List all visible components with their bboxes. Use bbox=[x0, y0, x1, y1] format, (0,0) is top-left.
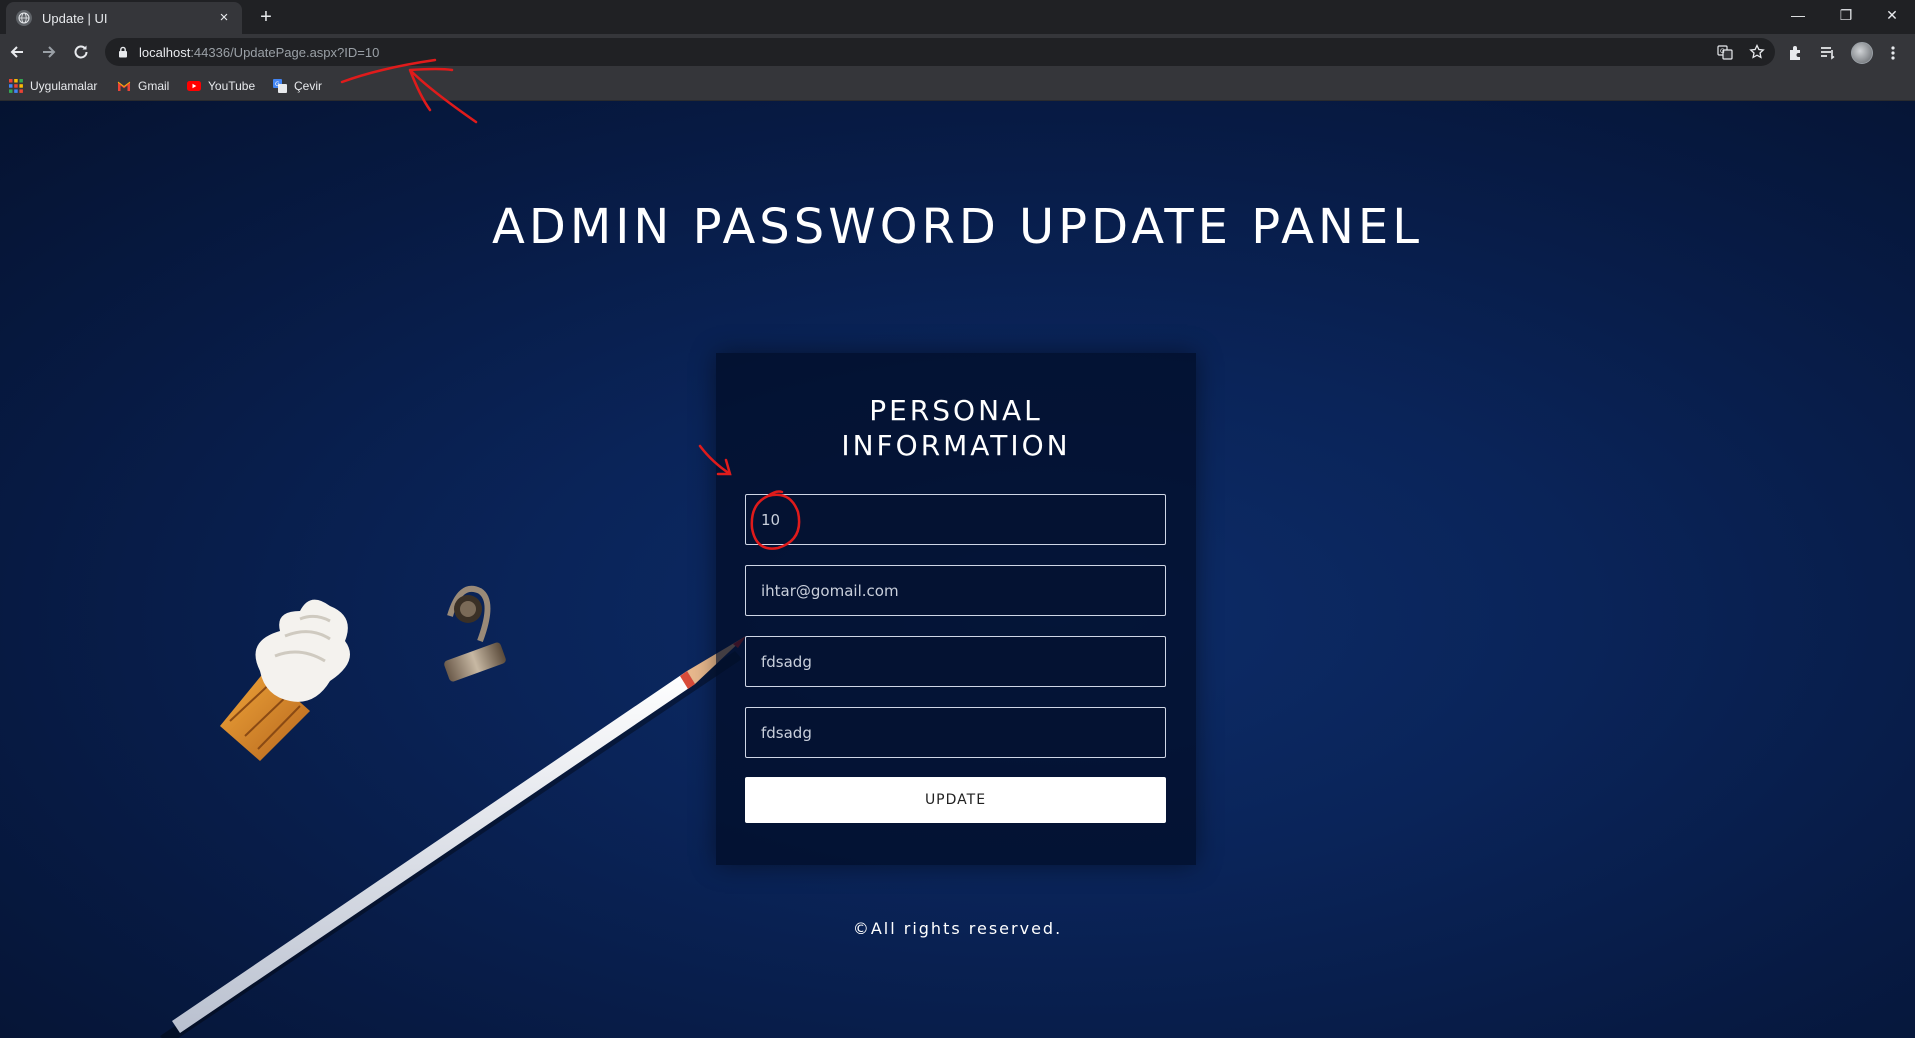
minimize-button[interactable]: — bbox=[1778, 4, 1818, 28]
bookmark-youtube[interactable]: YouTube bbox=[187, 76, 255, 96]
gmail-icon bbox=[117, 79, 131, 93]
svg-text:G: G bbox=[275, 81, 280, 88]
lock-icon bbox=[117, 46, 129, 58]
reload-button[interactable] bbox=[69, 40, 93, 64]
reload-icon bbox=[74, 45, 88, 59]
card-title: PERSONAL INFORMATION bbox=[716, 393, 1196, 463]
update-button[interactable]: UPDATE bbox=[745, 777, 1166, 823]
card-title-line1: PERSONAL bbox=[869, 394, 1043, 427]
confirm-password-field[interactable]: fdsadg bbox=[745, 707, 1166, 758]
back-arrow-icon bbox=[10, 46, 23, 58]
browser-toolbar: localhost:44336/UpdatePage.aspx?ID=10 G bbox=[0, 34, 1915, 70]
tab-close-icon[interactable]: × bbox=[216, 10, 232, 26]
background-still-life-illustration bbox=[160, 585, 746, 1038]
bookmark-label: YouTube bbox=[208, 79, 256, 93]
extensions-puzzle-icon[interactable] bbox=[1787, 44, 1805, 62]
reading-list-icon[interactable] bbox=[1819, 44, 1837, 62]
card-title-line2: INFORMATION bbox=[841, 429, 1071, 462]
forward-arrow-icon bbox=[43, 46, 56, 58]
menu-kebab-icon[interactable] bbox=[1884, 44, 1902, 62]
id-field[interactable]: 10 bbox=[745, 494, 1166, 545]
apps-grid-icon bbox=[9, 79, 23, 93]
svg-text:G: G bbox=[1720, 48, 1725, 55]
translate-page-icon[interactable]: G bbox=[1717, 44, 1733, 60]
url-host: localhost bbox=[139, 44, 191, 60]
youtube-icon bbox=[187, 79, 201, 93]
bookmark-translate[interactable]: G Çevir bbox=[273, 76, 322, 96]
profile-avatar[interactable] bbox=[1851, 42, 1873, 64]
url-text: localhost:44336/UpdatePage.aspx?ID=10 bbox=[139, 45, 379, 60]
tab-title: Update | UI bbox=[42, 10, 108, 26]
bookmark-gmail[interactable]: Gmail bbox=[117, 76, 169, 96]
password-field[interactable]: fdsadg bbox=[745, 636, 1166, 687]
tab-strip: Update | UI × + — ❐ ✕ bbox=[0, 0, 1915, 34]
new-tab-button[interactable]: + bbox=[254, 6, 278, 30]
url-path: :44336/UpdatePage.aspx?ID=10 bbox=[190, 44, 380, 60]
browser-tab[interactable]: Update | UI × bbox=[6, 2, 242, 34]
globe-icon bbox=[16, 10, 32, 26]
footer-copyright: ©All rights reserved. bbox=[852, 919, 1063, 938]
page-viewport: ADMIN PASSWORD UPDATE PANEL PERSONAL INF… bbox=[0, 101, 1915, 1038]
address-bar[interactable]: localhost:44336/UpdatePage.aspx?ID=10 G bbox=[105, 38, 1775, 66]
update-form-card: PERSONAL INFORMATION 10 ihtar@gomail.com… bbox=[716, 353, 1196, 865]
close-window-button[interactable]: ✕ bbox=[1872, 4, 1912, 28]
email-field[interactable]: ihtar@gomail.com bbox=[745, 565, 1166, 616]
forward-button[interactable] bbox=[37, 40, 61, 64]
translate-icon: G bbox=[273, 79, 287, 93]
bookmark-label: Uygulamalar bbox=[30, 79, 98, 93]
bookmark-star-icon[interactable] bbox=[1749, 44, 1765, 60]
restore-button[interactable]: ❐ bbox=[1826, 4, 1866, 28]
bookmark-label: Çevir bbox=[294, 79, 323, 93]
back-button[interactable] bbox=[5, 40, 29, 64]
bookmark-label: Gmail bbox=[138, 79, 170, 93]
bookmarks-bar: Uygulamalar Gmail YouTube G Çevir bbox=[0, 70, 1915, 101]
page-title: ADMIN PASSWORD UPDATE PANEL bbox=[492, 199, 1423, 255]
bookmark-apps[interactable]: Uygulamalar bbox=[9, 76, 97, 96]
